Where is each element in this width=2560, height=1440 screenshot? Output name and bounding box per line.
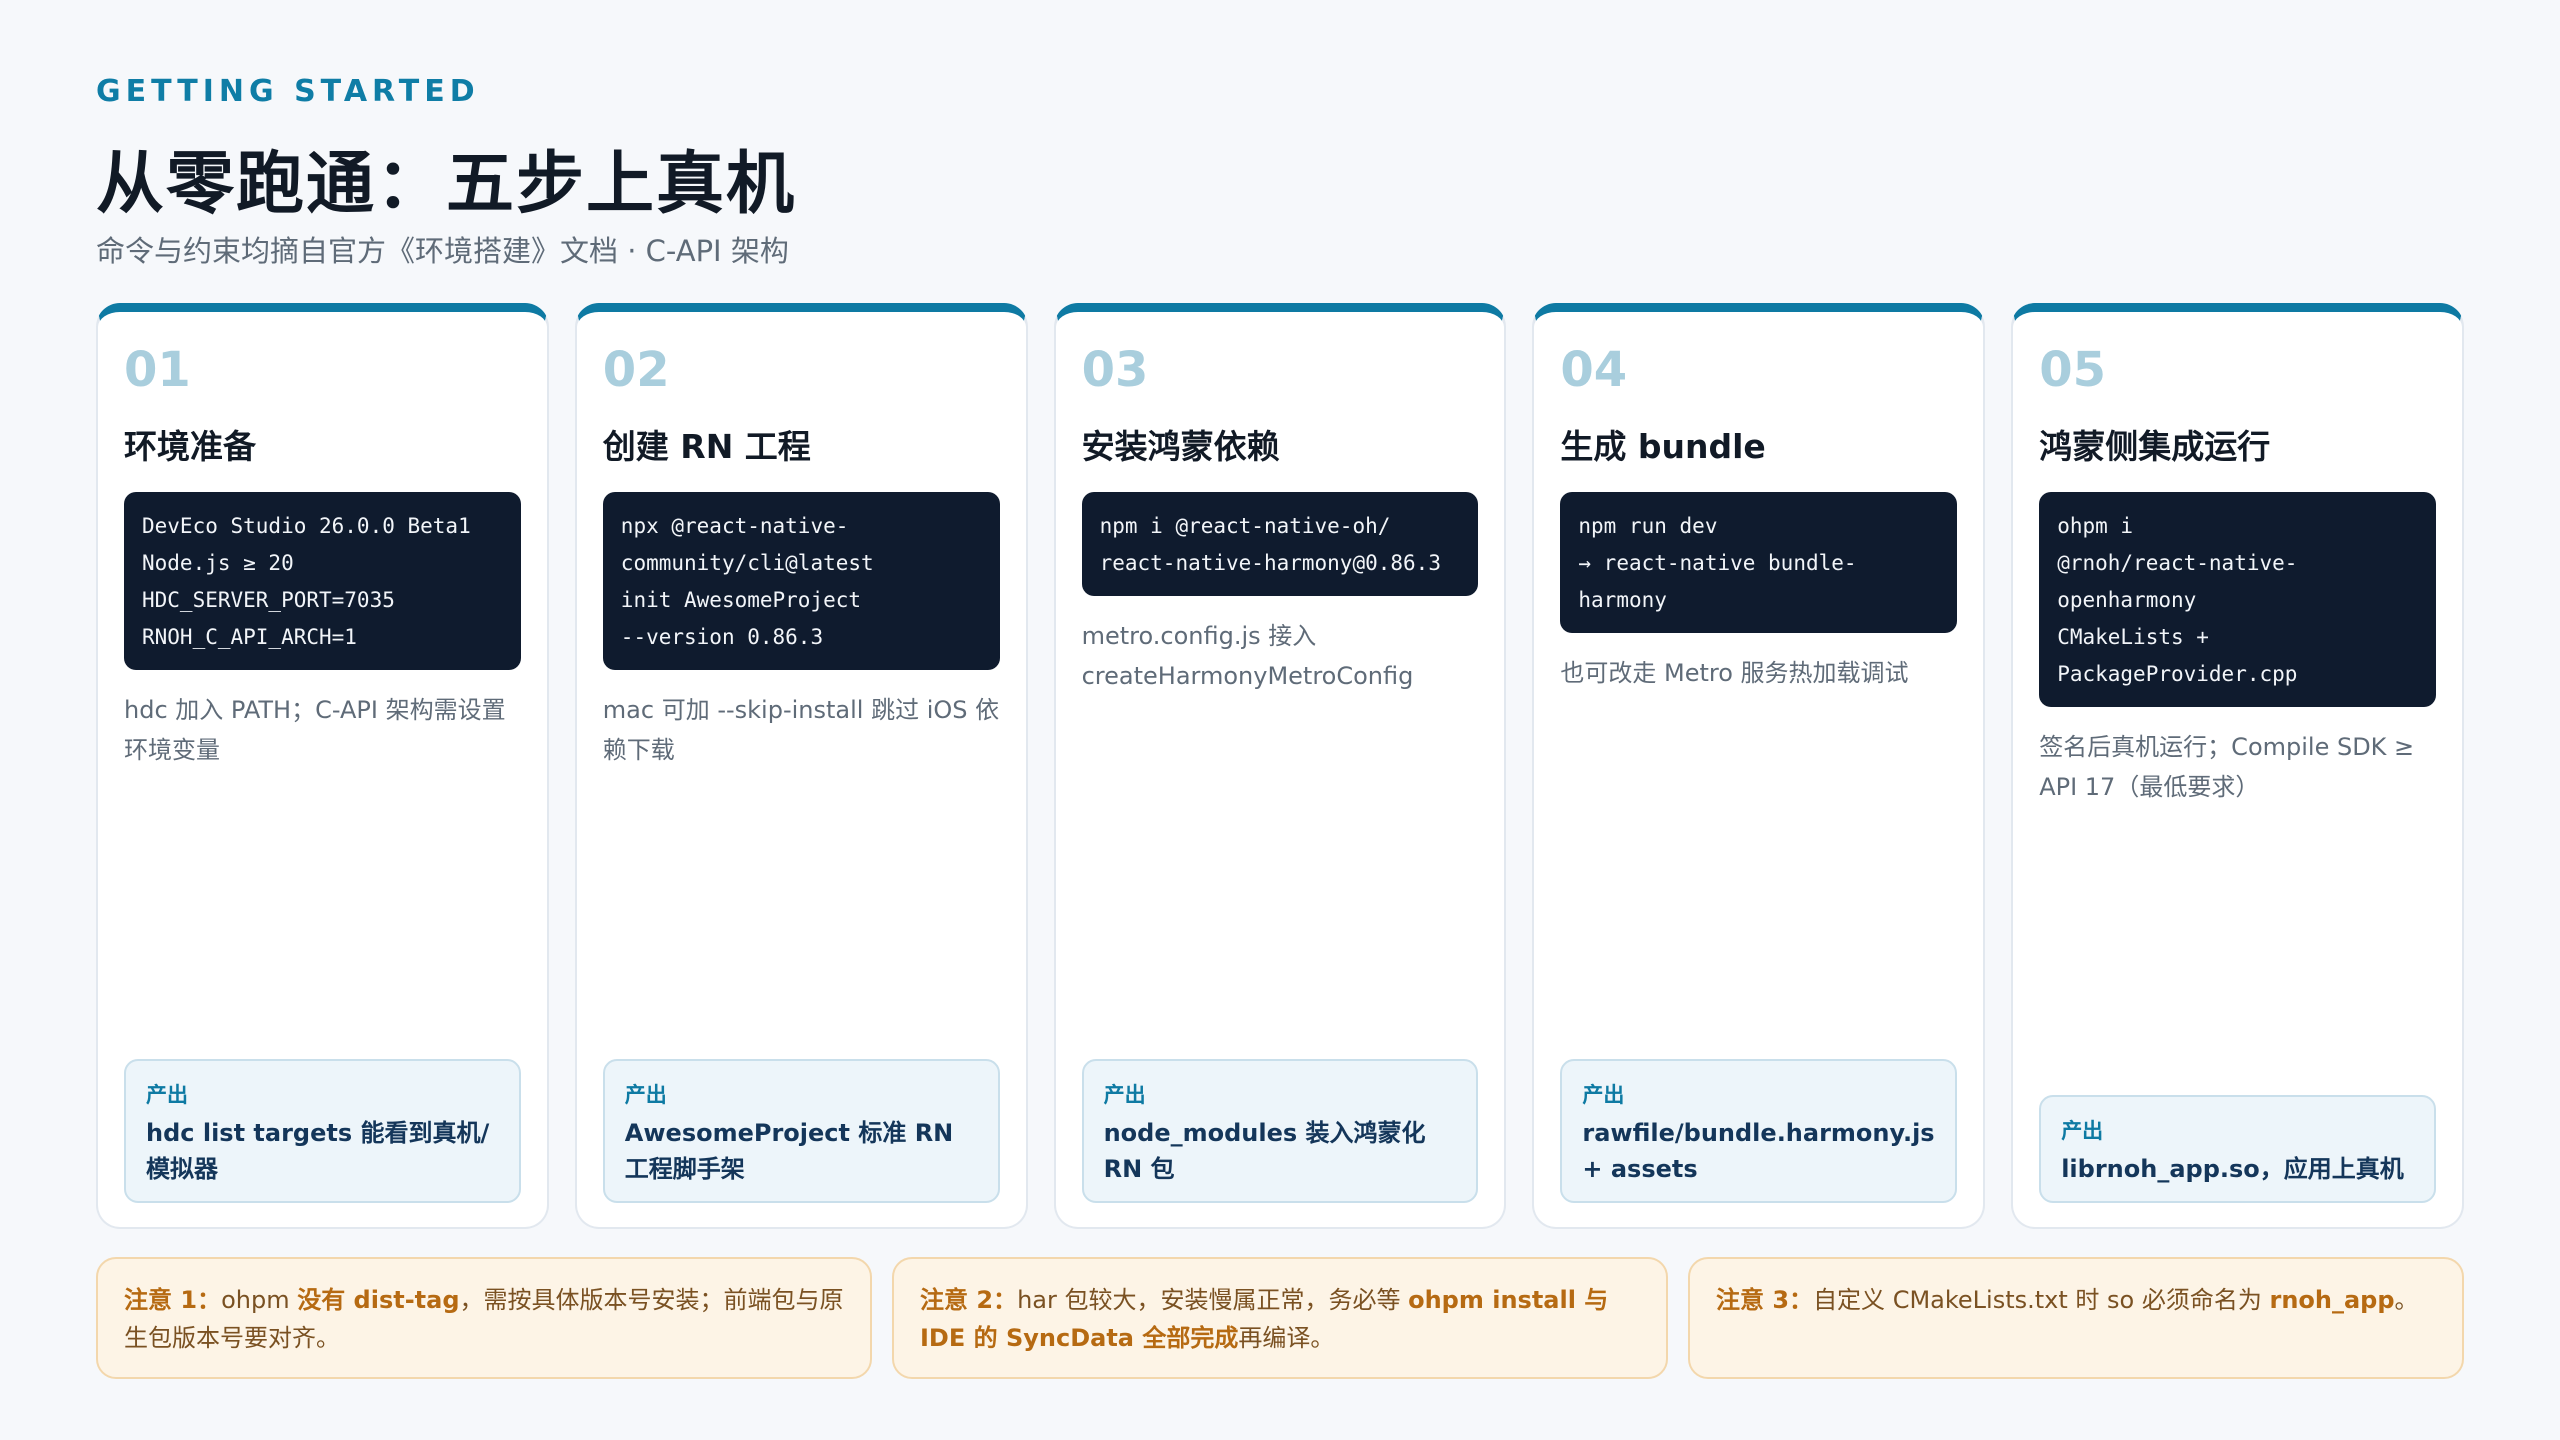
output-box: 产出 hdc list targets 能看到真机/模拟器 xyxy=(124,1059,521,1203)
output-label: 产出 xyxy=(146,1083,188,1107)
output-text: librnoh_app.so，应用上真机 xyxy=(2061,1155,2404,1183)
output-text: rawfile/bundle.harmony.js + assets xyxy=(1582,1119,1935,1183)
warning-text: 。 xyxy=(2394,1286,2419,1314)
code-block: ohpm i @rnoh/react-native- openharmony C… xyxy=(2039,492,2436,707)
warnings-row: 注意 1：ohpm 没有 dist-tag，需按具体版本号安装；前端包与原生包版… xyxy=(96,1257,2464,1379)
warning-emphasis: rnoh_app xyxy=(2269,1286,2395,1314)
output-text: hdc list targets 能看到真机/模拟器 xyxy=(146,1119,490,1183)
output-box: 产出 librnoh_app.so，应用上真机 xyxy=(2039,1095,2436,1203)
step-note: hdc 加入 PATH；C-API 架构需设置环境变量 xyxy=(124,696,506,764)
warning-emphasis: 没有 dist-tag xyxy=(297,1286,460,1314)
output-box: 产出 AwesomeProject 标准 RN 工程脚手架 xyxy=(602,1059,1000,1203)
step-number: 01 xyxy=(124,342,191,398)
step-number: 04 xyxy=(1560,342,1628,398)
warning-text: ohpm xyxy=(221,1286,298,1314)
page: GETTING STARTED 从零跑通：五步上真机 命令与约束均摘自官方《环境… xyxy=(0,0,2560,1440)
warning-card-3: 注意 3：自定义 CMakeLists.txt 时 so 必须命名为 rnoh_… xyxy=(1688,1257,2464,1379)
code-line: npx @react-native- xyxy=(620,514,849,538)
step-card-2: 02 创建 RN 工程 npx @react-native- community… xyxy=(574,303,1028,1229)
step-note: 也可改走 Metro 服务热加载调试 xyxy=(1560,659,1909,687)
step-note: metro.config.js 接入 createHarmonyMetroCon… xyxy=(1081,622,1414,690)
steps-row: 01 环境准备 DevEco Studio 26.0.0 Beta1 Node.… xyxy=(96,303,2464,1229)
code-line: react-native-harmony@0.86.3 xyxy=(1099,551,1441,575)
code-line: openharmony xyxy=(2057,588,2197,612)
step-card-3: 03 安装鸿蒙依赖 npm i @react-native-oh/ react-… xyxy=(1053,303,1507,1229)
eyebrow: GETTING STARTED xyxy=(96,74,480,109)
code-line: init AwesomeProject xyxy=(620,588,862,612)
step-card-1: 01 环境准备 DevEco Studio 26.0.0 Beta1 Node.… xyxy=(96,303,549,1229)
code-line: community/cli@latest xyxy=(620,551,874,575)
step-note: mac 可加 --skip-install 跳过 iOS 依赖下载 xyxy=(602,696,1000,764)
warning-label: 注意 2： xyxy=(920,1286,1018,1314)
step-title: 安装鸿蒙依赖 xyxy=(1081,427,1280,466)
code-line: → react-native bundle- xyxy=(1578,551,1857,575)
code-block: npm i @react-native-oh/ react-native-har… xyxy=(1081,492,1479,596)
code-line: Node.js ≥ 20 xyxy=(142,551,294,575)
output-label: 产出 xyxy=(624,1083,667,1107)
step-number: 03 xyxy=(1081,342,1149,398)
code-line: @rnoh/react-native- xyxy=(2057,551,2298,575)
warning-label: 注意 3： xyxy=(1716,1286,1814,1314)
output-box: 产出 rawfile/bundle.harmony.js + assets xyxy=(1560,1059,1958,1203)
code-line: harmony xyxy=(1578,588,1667,612)
code-block: DevEco Studio 26.0.0 Beta1 Node.js ≥ 20 … xyxy=(124,492,521,670)
warning-text: 再编译。 xyxy=(1238,1324,1335,1352)
code-block: npx @react-native- community/cli@latest … xyxy=(602,492,1000,670)
step-note: 签名后真机运行；Compile SDK ≥ API 17（最低要求） xyxy=(2039,733,2415,801)
output-label: 产出 xyxy=(2061,1119,2104,1143)
code-line: npm i @react-native-oh/ xyxy=(1099,514,1391,538)
code-line: HDC_SERVER_PORT=7035 xyxy=(142,588,395,612)
output-box: 产出 node_modules 装入鸿蒙化 RN 包 xyxy=(1081,1059,1479,1203)
output-text: node_modules 装入鸿蒙化 RN 包 xyxy=(1103,1119,1426,1183)
code-block: npm run dev → react-native bundle- harmo… xyxy=(1560,492,1958,633)
warning-text: har 包较大，安装慢属正常，务必等 xyxy=(1017,1286,1409,1314)
page-title: 从零跑通：五步上真机 xyxy=(96,145,797,224)
step-card-4: 04 生成 bundle npm run dev → react-native … xyxy=(1532,303,1986,1229)
warning-label: 注意 1： xyxy=(124,1286,222,1314)
output-text: AwesomeProject 标准 RN 工程脚手架 xyxy=(624,1119,954,1183)
step-title: 生成 bundle xyxy=(1560,427,1766,466)
code-line: RNOH_C_API_ARCH=1 xyxy=(142,625,357,649)
output-label: 产出 xyxy=(1103,1083,1146,1107)
code-line: ohpm i xyxy=(2057,514,2134,538)
code-line: npm run dev xyxy=(1578,514,1718,538)
warning-card-2: 注意 2：har 包较大，安装慢属正常，务必等 ohpm install 与 I… xyxy=(892,1257,1668,1379)
output-label: 产出 xyxy=(1582,1083,1625,1107)
code-line: CMakeLists + xyxy=(2057,625,2209,649)
step-number: 05 xyxy=(2039,342,2106,398)
step-card-5: 05 鸿蒙侧集成运行 ohpm i @rnoh/react-native- op… xyxy=(2011,303,2464,1229)
warning-card-1: 注意 1：ohpm 没有 dist-tag，需按具体版本号安装；前端包与原生包版… xyxy=(96,1257,872,1379)
code-line: PackageProvider.cpp xyxy=(2057,662,2298,686)
step-number: 02 xyxy=(602,342,670,398)
warning-text: 自定义 CMakeLists.txt 时 so 必须命名为 xyxy=(1813,1286,2270,1314)
step-title: 创建 RN 工程 xyxy=(602,427,811,466)
page-subtitle: 命令与约束均摘自官方《环境搭建》文档 · C-API 架构 xyxy=(96,234,789,268)
code-line: --version 0.86.3 xyxy=(620,625,824,649)
step-title: 鸿蒙侧集成运行 xyxy=(2039,427,2271,466)
step-title: 环境准备 xyxy=(124,427,256,466)
code-line: DevEco Studio 26.0.0 Beta1 xyxy=(142,514,471,538)
